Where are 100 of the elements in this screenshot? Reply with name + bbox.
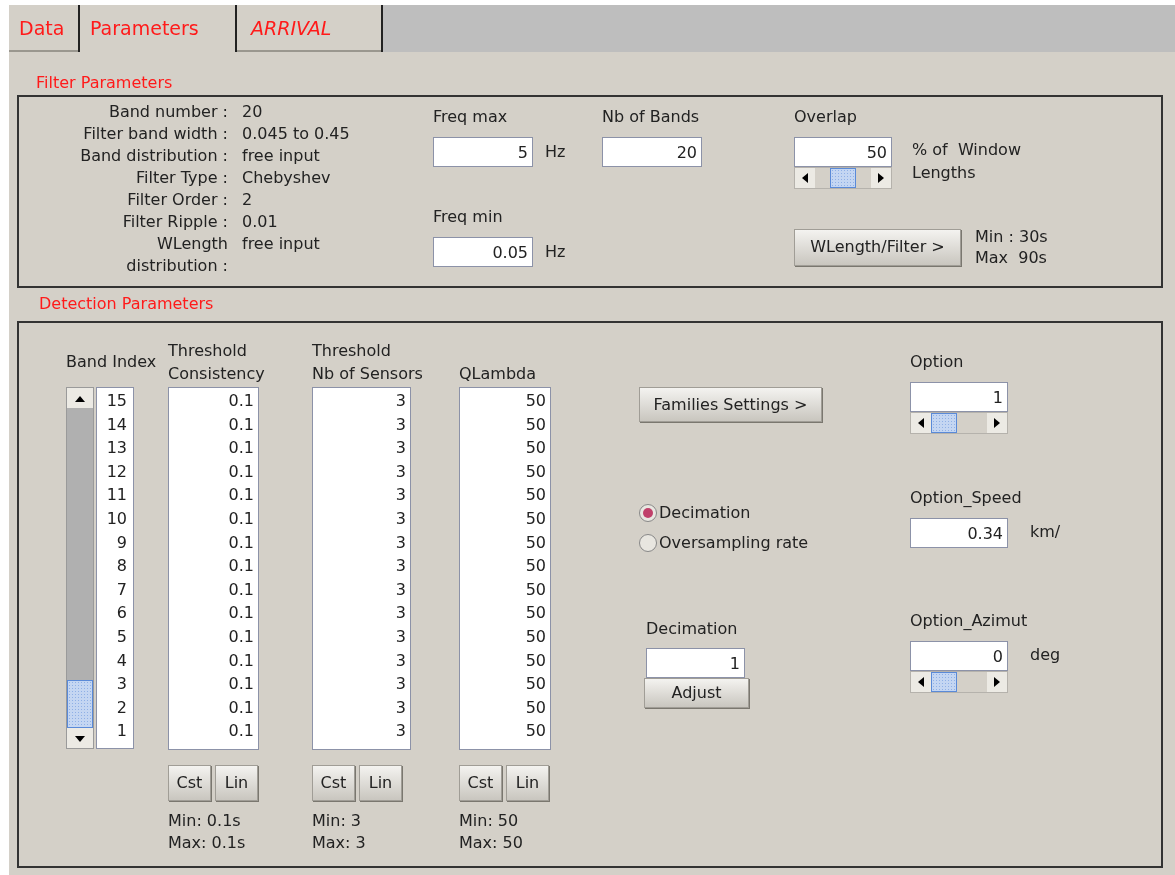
list-item[interactable]: 50 bbox=[460, 459, 546, 484]
list-item[interactable]: 11 bbox=[97, 483, 127, 507]
list-item[interactable]: 50 bbox=[460, 436, 546, 460]
text-field[interactable]: 0.05 bbox=[433, 237, 533, 267]
list-item[interactable]: 3 bbox=[313, 530, 406, 555]
radio-option[interactable]: Decimation bbox=[639, 498, 910, 528]
list-item[interactable]: 3 bbox=[313, 624, 406, 649]
list-item[interactable]: 3 bbox=[313, 459, 406, 484]
list-item[interactable]: 8 bbox=[97, 554, 127, 578]
list-item[interactable]: 0.1 bbox=[169, 459, 254, 484]
column-header: QLambda bbox=[459, 363, 537, 385]
list-item[interactable]: 50 bbox=[460, 648, 546, 673]
field-label: Freq min bbox=[433, 206, 504, 228]
list-item[interactable]: 3 bbox=[313, 483, 406, 507]
text-field[interactable]: 5 bbox=[433, 137, 533, 167]
text-field[interactable]: 1 bbox=[646, 648, 745, 678]
list-item[interactable]: 4 bbox=[97, 648, 127, 673]
list-item[interactable]: 3 bbox=[313, 436, 406, 460]
list-item[interactable]: 50 bbox=[460, 577, 546, 602]
list-item[interactable]: 3 bbox=[313, 695, 406, 720]
field-label: Option_Azimut bbox=[910, 610, 1029, 632]
unit-label: km/ bbox=[1030, 521, 1061, 543]
list-item[interactable]: 50 bbox=[460, 624, 546, 649]
small-button[interactable]: Lin bbox=[215, 765, 258, 801]
list-item[interactable]: 0.1 bbox=[169, 601, 254, 625]
list-item[interactable]: 14 bbox=[97, 412, 127, 437]
text-field[interactable]: 0 bbox=[910, 641, 1008, 671]
list-item[interactable]: 0.1 bbox=[169, 719, 254, 743]
list-item[interactable]: 3 bbox=[313, 577, 406, 602]
list-item[interactable]: 50 bbox=[460, 506, 546, 531]
list-item[interactable]: 15 bbox=[97, 389, 127, 413]
list-item[interactable]: 3 bbox=[313, 506, 406, 531]
field-value: 2 bbox=[242, 189, 254, 211]
list-item[interactable]: 3 bbox=[313, 672, 406, 696]
field-value: 20 bbox=[242, 101, 264, 123]
radio-button[interactable] bbox=[639, 504, 657, 522]
text-field[interactable]: 0.34 bbox=[910, 518, 1008, 548]
list-item[interactable]: 0.1 bbox=[169, 412, 254, 437]
list-item[interactable]: 50 bbox=[460, 412, 546, 437]
slider-thumb[interactable] bbox=[830, 168, 856, 188]
list-item[interactable]: 50 bbox=[460, 554, 546, 578]
scrollbar[interactable] bbox=[66, 387, 94, 749]
list-item[interactable]: 50 bbox=[460, 389, 546, 413]
list-item[interactable]: 0.1 bbox=[169, 389, 254, 413]
field-label: Filter Ripple : bbox=[121, 211, 228, 233]
list-item[interactable]: 13 bbox=[97, 436, 127, 460]
list-item[interactable]: 5 bbox=[97, 624, 127, 649]
list-item[interactable]: 50 bbox=[460, 719, 546, 743]
list-item[interactable]: 0.1 bbox=[169, 554, 254, 578]
text-field[interactable]: 20 bbox=[602, 137, 702, 167]
small-button[interactable]: Cst bbox=[168, 765, 211, 801]
list-item[interactable]: 50 bbox=[460, 695, 546, 720]
list-item[interactable]: 0.1 bbox=[169, 672, 254, 696]
list-item[interactable]: 9 bbox=[97, 530, 127, 555]
column-header: Threshold Nb of Sensors bbox=[312, 340, 424, 385]
list-item[interactable]: 12 bbox=[97, 459, 127, 484]
text-field[interactable]: 50 bbox=[794, 137, 892, 167]
small-button[interactable]: Lin bbox=[359, 765, 402, 801]
list-item[interactable]: 50 bbox=[460, 483, 546, 507]
slider-thumb[interactable] bbox=[931, 672, 957, 692]
field-value: free input bbox=[242, 145, 321, 167]
list-item[interactable]: 3 bbox=[313, 554, 406, 578]
section-title: Filter Parameters bbox=[35, 72, 174, 94]
small-button[interactable]: Cst bbox=[312, 765, 355, 801]
field-label: Band distribution : bbox=[79, 145, 228, 167]
field-label: WLength distribution : bbox=[125, 233, 228, 277]
list-item[interactable]: 0.1 bbox=[169, 530, 254, 555]
list-item[interactable]: 6 bbox=[97, 601, 127, 625]
button[interactable]: Families Settings > bbox=[639, 387, 822, 422]
list-item[interactable]: 0.1 bbox=[169, 436, 254, 460]
list-item[interactable]: 10 bbox=[97, 506, 127, 531]
slider-thumb[interactable] bbox=[931, 413, 957, 433]
list-item[interactable]: 50 bbox=[460, 530, 546, 555]
small-button[interactable]: Lin bbox=[506, 765, 549, 801]
list-item[interactable]: 50 bbox=[460, 601, 546, 625]
scrollbar-thumb[interactable] bbox=[67, 680, 93, 728]
list-item[interactable]: 3 bbox=[313, 412, 406, 437]
small-button[interactable]: Cst bbox=[459, 765, 502, 801]
list-item[interactable]: 0.1 bbox=[169, 577, 254, 602]
button[interactable]: Adjust bbox=[644, 678, 749, 708]
list-item[interactable]: 0.1 bbox=[169, 695, 254, 720]
list-item[interactable]: 0.1 bbox=[169, 483, 254, 507]
list-item[interactable]: 3 bbox=[313, 389, 406, 413]
list-item[interactable]: 2 bbox=[97, 695, 127, 720]
field-label: Nb of Bands bbox=[602, 106, 701, 128]
list-item[interactable]: 0.1 bbox=[169, 624, 254, 649]
list-item[interactable]: 0.1 bbox=[169, 648, 254, 673]
list-item[interactable]: 3 bbox=[313, 719, 406, 743]
list-item[interactable]: 7 bbox=[97, 577, 127, 602]
list-item[interactable]: 3 bbox=[313, 648, 406, 673]
radio-option[interactable]: Oversampling rate bbox=[639, 528, 910, 558]
list-item[interactable]: 3 bbox=[97, 672, 127, 696]
list-item[interactable]: 1 bbox=[97, 719, 127, 743]
range-text: Min : 30s Max 90s bbox=[975, 226, 1048, 268]
radio-button[interactable] bbox=[639, 534, 657, 552]
button[interactable]: WLength/Filter > bbox=[794, 228, 961, 266]
text-field[interactable]: 1 bbox=[910, 382, 1008, 412]
list-item[interactable]: 50 bbox=[460, 672, 546, 696]
list-item[interactable]: 0.1 bbox=[169, 506, 254, 531]
list-item[interactable]: 3 bbox=[313, 601, 406, 625]
